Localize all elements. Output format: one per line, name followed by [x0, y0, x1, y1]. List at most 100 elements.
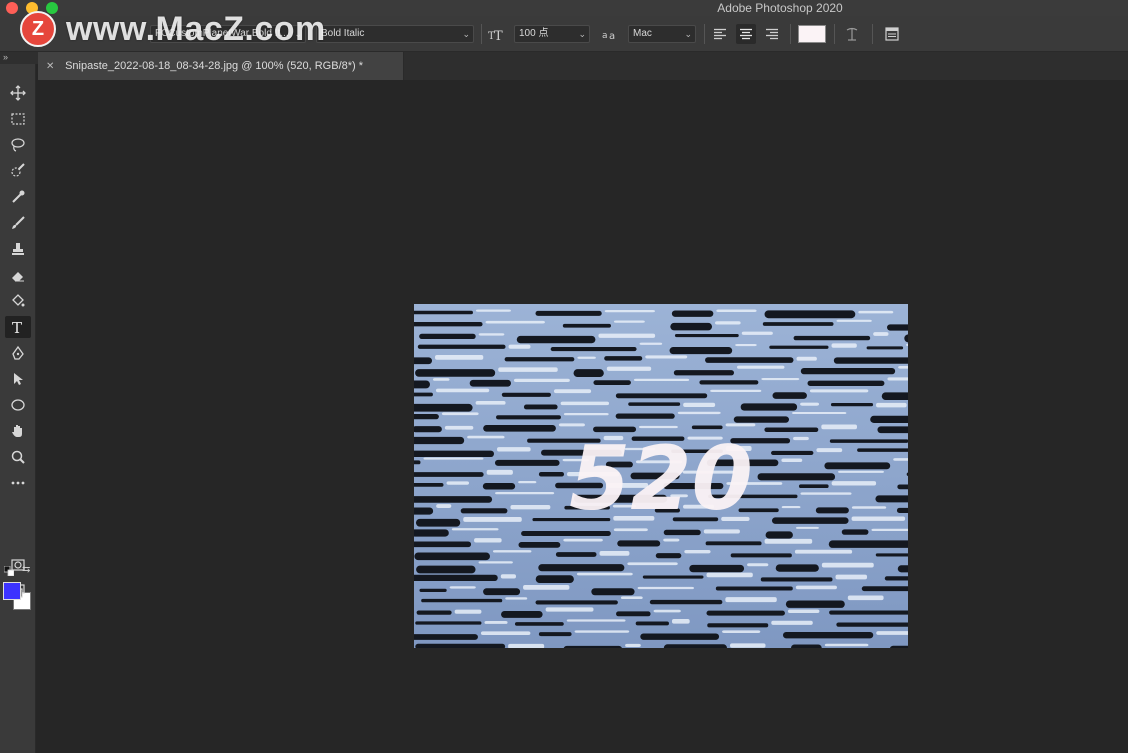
- ripple-highlight: [873, 332, 889, 336]
- ripple-highlight: [747, 563, 769, 567]
- zoom-tool[interactable]: [5, 446, 31, 468]
- ripple-shadow: [769, 345, 829, 349]
- ripple-highlight: [484, 621, 508, 624]
- move-tool[interactable]: [5, 82, 31, 104]
- font-style-select[interactable]: Bold Italic ⌄: [316, 25, 474, 43]
- ripple-highlight: [523, 585, 570, 590]
- ripple-shadow: [523, 404, 558, 410]
- ripple-highlight: [495, 492, 555, 495]
- pen-tool[interactable]: [5, 342, 31, 364]
- type-icon: T: [12, 319, 22, 335]
- more-tools-button[interactable]: [5, 472, 31, 494]
- close-icon[interactable]: ✕: [46, 53, 58, 81]
- ripple-shadow: [483, 425, 556, 432]
- svg-text:a: a: [609, 31, 615, 40]
- ripple-highlight: [706, 572, 753, 578]
- ripple-shadow: [617, 540, 661, 547]
- ripple-shadow: [460, 508, 508, 514]
- ripple-shadow: [414, 496, 493, 503]
- align-center-button[interactable]: [736, 24, 756, 44]
- ripple-highlight: [800, 492, 852, 495]
- ripple-shadow: [841, 529, 869, 535]
- document-image[interactable]: 520: [414, 304, 908, 648]
- ripple-shadow: [538, 564, 625, 572]
- ripple-highlight: [510, 505, 551, 510]
- ripple-shadow: [414, 482, 444, 487]
- path-selection-tool[interactable]: [5, 368, 31, 390]
- ripple-shadow: [877, 426, 908, 434]
- ripple-shadow: [615, 413, 675, 419]
- align-right-button[interactable]: [762, 24, 782, 44]
- ripple-shadow: [762, 322, 834, 326]
- ripple-shadow: [414, 552, 490, 561]
- ripple-highlight: [671, 619, 690, 624]
- paint-bucket-tool[interactable]: [5, 290, 31, 312]
- document-tab[interactable]: ✕ Snipaste_2022-08-18_08-34-28.jpg @ 100…: [38, 52, 404, 80]
- ripple-highlight: [576, 572, 633, 576]
- ripple-highlight: [887, 377, 908, 381]
- ripple-shadow: [518, 542, 561, 548]
- brush-tool[interactable]: [5, 212, 31, 234]
- quick-selection-tool[interactable]: [5, 160, 31, 182]
- ripple-highlight: [508, 643, 545, 648]
- ripple-shadow: [494, 459, 560, 466]
- ripple-shadow: [757, 473, 836, 481]
- ripple-highlight: [478, 333, 505, 336]
- ellipse-tool[interactable]: [5, 394, 31, 416]
- ripple-shadow: [504, 357, 575, 362]
- ripple-shadow: [730, 553, 792, 558]
- ripple-highlight: [620, 596, 643, 600]
- ripple-shadow: [740, 403, 798, 411]
- ripple-highlight: [463, 517, 522, 522]
- foreground-color-swatch[interactable]: [3, 582, 21, 600]
- ripple-highlight: [764, 538, 813, 544]
- eyedropper-tool[interactable]: [5, 186, 31, 208]
- ripple-highlight: [771, 620, 813, 625]
- text-color-swatch[interactable]: [798, 25, 826, 43]
- ripple-highlight: [449, 586, 476, 589]
- hand-tool[interactable]: [5, 420, 31, 442]
- align-left-button[interactable]: [710, 24, 730, 44]
- zoom-icon: [11, 450, 25, 464]
- ripple-highlight: [876, 631, 908, 635]
- ripple-highlight: [735, 343, 757, 347]
- type-tool[interactable]: T: [5, 316, 31, 338]
- ripple-highlight: [716, 309, 757, 312]
- quick-mask-button[interactable]: [5, 554, 31, 576]
- ripple-shadow: [771, 517, 849, 524]
- ripple-shadow: [772, 392, 807, 399]
- warp-text-button[interactable]: [842, 24, 862, 44]
- align-center-icon: [740, 28, 752, 40]
- ripple-shadow: [538, 632, 572, 637]
- chevron-down-icon: ⌄: [578, 29, 586, 39]
- ripple-shadow: [414, 507, 434, 515]
- ripple-shadow: [830, 403, 874, 407]
- ripple-highlight: [435, 388, 490, 393]
- font-style-value: Bold Italic: [321, 28, 365, 39]
- watermark: Z www.MacZ.com: [20, 9, 326, 49]
- marquee-tool[interactable]: [5, 108, 31, 130]
- character-panel-button[interactable]: [882, 24, 902, 44]
- chevron-down-icon: ⌄: [684, 29, 692, 39]
- ripple-shadow: [604, 356, 643, 361]
- ripple-highlight: [876, 402, 907, 408]
- collapse-panels-toggle[interactable]: »: [0, 52, 38, 64]
- move-icon: [10, 85, 26, 101]
- close-window-button[interactable]: [6, 2, 18, 14]
- font-size-field[interactable]: 100 点 ⌄: [514, 25, 590, 43]
- eraser-tool[interactable]: [5, 264, 31, 286]
- ripple-highlight: [800, 402, 820, 406]
- ripple-highlight: [761, 377, 800, 381]
- ripple-shadow: [783, 632, 874, 639]
- ripple-highlight: [836, 319, 872, 322]
- ripple-highlight: [851, 506, 887, 509]
- ripple-highlight: [893, 458, 908, 461]
- lasso-tool[interactable]: [5, 134, 31, 156]
- ripple-shadow: [706, 610, 785, 616]
- ripple-shadow: [889, 645, 908, 648]
- anti-alias-select[interactable]: Mac ⌄: [628, 25, 696, 43]
- clone-stamp-tool[interactable]: [5, 238, 31, 260]
- ripple-highlight: [677, 411, 721, 415]
- ripple-highlight: [637, 586, 694, 590]
- ripple-highlight: [715, 321, 741, 325]
